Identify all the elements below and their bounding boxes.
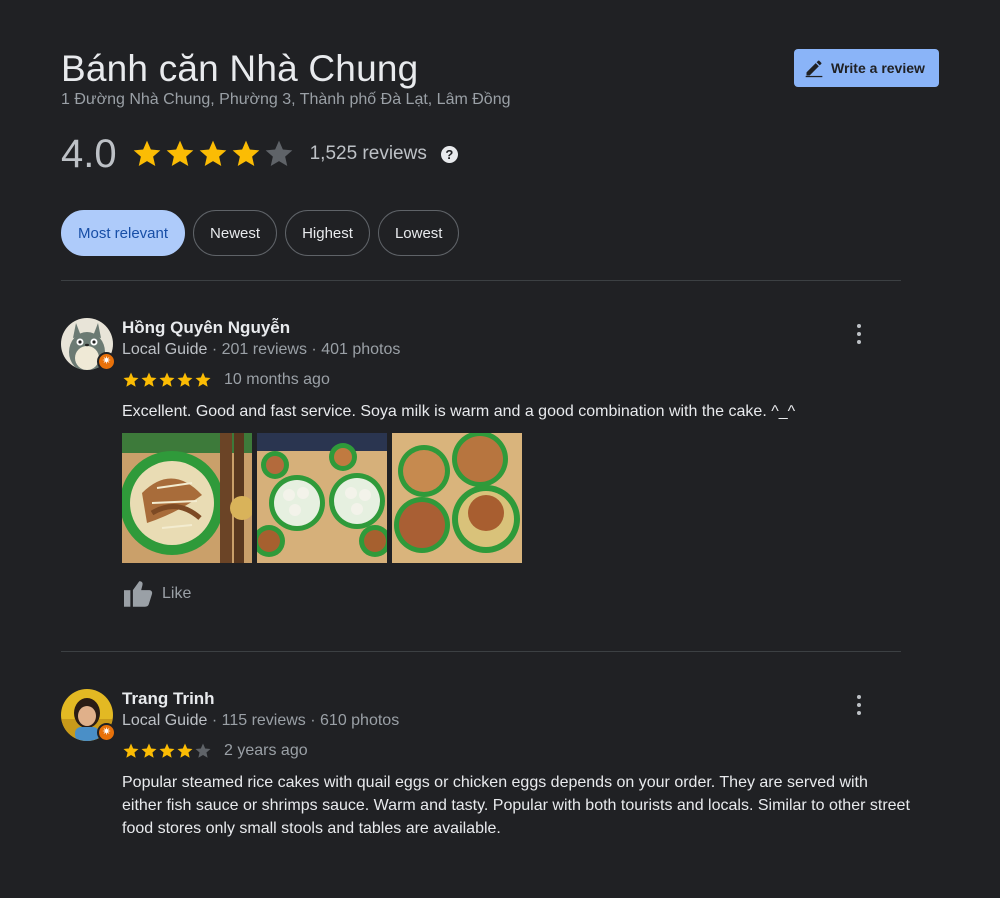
reviewer-name[interactable]: Hồng Quyên Nguyễn bbox=[122, 318, 290, 338]
review-card: ✷ Hồng Quyên Nguyễn Local Guide · 201 re… bbox=[61, 318, 901, 618]
star-icon bbox=[123, 743, 139, 758]
review-time: 10 months ago bbox=[224, 371, 330, 388]
like-label: Like bbox=[162, 585, 192, 602]
help-icon[interactable]: ? bbox=[440, 145, 458, 163]
local-guide-badge-icon: ✷ bbox=[97, 352, 116, 371]
review-count[interactable]: 1,525 reviews bbox=[310, 143, 427, 165]
filter-most-relevant[interactable]: Most relevant bbox=[61, 210, 186, 256]
like-button[interactable]: Like bbox=[122, 580, 191, 608]
place-address: 1 Đường Nhà Chung, Phường 3, Thành phố Đ… bbox=[61, 91, 511, 108]
review-photos bbox=[122, 433, 527, 563]
star-icon bbox=[141, 743, 157, 758]
star-icon bbox=[195, 743, 211, 758]
rating-number: 4.0 bbox=[61, 132, 117, 176]
filter-lowest[interactable]: Lowest bbox=[377, 210, 460, 256]
reviewer-stats: · 201 reviews · 401 photos bbox=[207, 341, 401, 358]
write-review-label: Write a review bbox=[831, 60, 925, 76]
star-icon bbox=[199, 140, 226, 166]
avatar[interactable]: ✷ bbox=[61, 689, 116, 742]
avatar[interactable]: ✷ bbox=[61, 318, 116, 371]
review-text: Popular steamed rice cakes with quail eg… bbox=[122, 774, 910, 837]
review-photo[interactable] bbox=[392, 433, 522, 563]
review-time: 2 years ago bbox=[224, 742, 308, 759]
star-icon bbox=[133, 140, 160, 166]
divider bbox=[61, 280, 901, 281]
thumbs-up-icon bbox=[124, 581, 153, 607]
more-vert-icon[interactable] bbox=[851, 693, 867, 717]
local-guide-label: Local Guide bbox=[122, 341, 208, 358]
star-icon bbox=[166, 140, 193, 166]
reviewer-name[interactable]: Trang Trinh bbox=[122, 689, 215, 709]
star-icon bbox=[265, 140, 292, 166]
rating-stars bbox=[131, 138, 296, 170]
filter-newest[interactable]: Newest bbox=[193, 210, 278, 256]
star-icon bbox=[195, 372, 211, 387]
review-card: ✷ Trang Trinh Local Guide · 115 reviews … bbox=[61, 689, 910, 849]
sort-filters: Most relevant Newest Highest Lowest bbox=[61, 210, 467, 256]
reviewer-meta: Local Guide · 115 reviews · 610 photos bbox=[122, 712, 399, 730]
pencil-icon bbox=[805, 60, 823, 78]
reviewer-meta: Local Guide · 201 reviews · 401 photos bbox=[122, 341, 400, 359]
star-icon bbox=[159, 372, 175, 387]
review-photo[interactable] bbox=[257, 433, 387, 563]
filter-highest[interactable]: Highest bbox=[285, 210, 370, 256]
star-icon bbox=[177, 743, 193, 758]
star-icon bbox=[177, 372, 193, 387]
review-stars bbox=[122, 742, 212, 760]
star-icon bbox=[123, 372, 139, 387]
star-icon bbox=[232, 140, 259, 166]
review-text: Excellent. Good and fast service. Soya m… bbox=[122, 403, 796, 420]
star-icon bbox=[141, 372, 157, 387]
local-guide-label: Local Guide bbox=[122, 712, 208, 729]
local-guide-badge-icon: ✷ bbox=[97, 723, 116, 742]
review-rating-row: 10 months ago bbox=[122, 371, 330, 389]
review-photo[interactable] bbox=[122, 433, 252, 563]
star-icon bbox=[159, 743, 175, 758]
divider bbox=[61, 651, 901, 652]
place-title: Bánh căn Nhà Chung bbox=[61, 48, 419, 89]
rating-summary: 4.0 1,525 reviews ? bbox=[61, 130, 458, 178]
more-vert-icon[interactable] bbox=[851, 322, 867, 346]
write-review-button[interactable]: Write a review bbox=[794, 49, 939, 87]
reviews-panel: Bánh căn Nhà Chung 1 Đường Nhà Chung, Ph… bbox=[0, 0, 1000, 898]
review-rating-row: 2 years ago bbox=[122, 742, 308, 760]
review-stars bbox=[122, 371, 212, 389]
reviewer-stats: · 115 reviews · 610 photos bbox=[207, 712, 400, 729]
